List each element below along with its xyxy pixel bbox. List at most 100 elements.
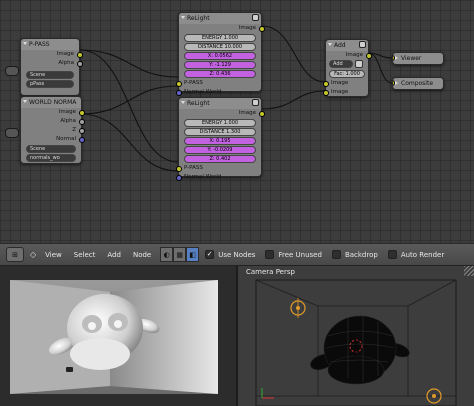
socket-output-alpha[interactable] [78, 118, 85, 125]
header-collapse-icon[interactable]: ◇ [30, 250, 36, 259]
socket-input-ppass[interactable] [175, 165, 182, 172]
relight-node-2[interactable]: ReLight Image ENERGY 1.000 DISTANCE 1.30… [175, 97, 265, 181]
node-title: ReLight [187, 100, 210, 107]
socket-output-image[interactable] [365, 52, 372, 59]
socket-input-normal[interactable] [175, 89, 182, 96]
texture-tree-icon[interactable]: ▦ [173, 247, 187, 262]
z-field[interactable]: Z: 0.402 [184, 155, 256, 163]
add-mix-node[interactable]: Add Image Add Fac: 1.000 Image Image [322, 39, 372, 97]
output-label: Image [58, 109, 76, 115]
menu-node[interactable]: Node [130, 251, 154, 259]
collapse-triangle-icon[interactable] [181, 101, 185, 104]
energy-field[interactable]: ENERGY 1.000 [184, 34, 256, 42]
distance-field[interactable]: DISTANCE 10.000 [184, 43, 256, 51]
output-row: Normal [21, 135, 85, 144]
pass-selector[interactable]: normals_wo [26, 154, 76, 162]
node-header[interactable]: Add [326, 40, 368, 51]
node-editor-canvas[interactable]: P-PASS Image Alpha Scene pPass WORLD NOR… [0, 0, 474, 243]
shader-tree-icon[interactable]: ◐ [160, 247, 174, 262]
socket-output-normal[interactable] [78, 136, 85, 143]
output-row: Image [179, 24, 265, 33]
node-header[interactable]: ReLight [179, 13, 261, 24]
reroute-stub [5, 128, 19, 138]
node-title: P-PASS [29, 41, 50, 48]
expand-triangle-icon[interactable] [395, 81, 398, 85]
socket-output-image[interactable] [76, 51, 83, 58]
scene-value: Scene [30, 72, 46, 78]
node-editor-header: ⊞ ◇ View Select Add Node ◐ ▦ ◧ ✓ Use Nod… [0, 243, 474, 266]
socket-output-alpha[interactable] [76, 60, 83, 67]
blend-value: Add [333, 61, 343, 67]
z-field[interactable]: Z: 0.436 [184, 70, 256, 78]
collapse-triangle-icon[interactable] [328, 43, 332, 46]
field-value: DISTANCE 10.000 [197, 44, 243, 50]
free-unused-checkbox[interactable] [265, 250, 275, 259]
menu-select[interactable]: Select [71, 251, 99, 259]
input-row: P-PASS [175, 164, 261, 173]
auto-render-checkbox[interactable] [387, 250, 397, 259]
field-value: Y: -1.129 [209, 62, 231, 68]
node-header[interactable]: Composite [393, 78, 443, 89]
free-unused-toggle[interactable]: Free Unused [265, 250, 322, 259]
preview-toggle-icon[interactable] [359, 41, 366, 48]
x-field[interactable]: X: 0.195 [184, 137, 256, 145]
socket-input-normal[interactable] [175, 174, 182, 181]
editor-type-button[interactable]: ⊞ [6, 247, 24, 262]
output-row: Z [21, 126, 85, 135]
link [261, 90, 326, 110]
alpha-toggle-button[interactable] [354, 60, 363, 68]
use-nodes-toggle[interactable]: ✓ Use Nodes [205, 250, 255, 259]
render-layer-node-ppass[interactable]: P-PASS Image Alpha Scene pPass [20, 38, 83, 96]
socket-output-image[interactable] [78, 109, 85, 116]
output-label: Image [56, 51, 74, 57]
menu-add[interactable]: Add [104, 251, 124, 259]
y-field[interactable]: Y: -0.0209 [184, 146, 256, 154]
viewer-node[interactable]: Viewer [392, 52, 444, 65]
render-layer-node-normal[interactable]: WORLD NORMA Image Alpha Z Normal Scene n… [20, 96, 85, 164]
output-row: Image [326, 51, 372, 60]
node-header[interactable]: Viewer [393, 53, 443, 64]
render-result-view[interactable] [0, 266, 236, 406]
node-header[interactable]: WORLD NORMA [21, 97, 81, 108]
backdrop-toggle[interactable]: Backdrop [331, 250, 378, 259]
node-header[interactable]: ReLight [179, 98, 261, 109]
auto-render-toggle[interactable]: Auto Render [387, 250, 445, 259]
distance-field[interactable]: DISTANCE 1.300 [184, 128, 256, 136]
use-nodes-checkbox[interactable]: ✓ [205, 250, 215, 259]
compositing-tree-icon[interactable]: ◧ [186, 247, 200, 262]
output-row: Alpha [21, 59, 83, 68]
collapse-triangle-icon[interactable] [23, 100, 27, 103]
y-field[interactable]: Y: -1.129 [184, 61, 256, 69]
blend-row: Add [326, 60, 368, 69]
composite-node[interactable]: Composite [392, 77, 444, 90]
socket-input-image-2[interactable] [322, 89, 329, 96]
scene-selector[interactable]: Scene [26, 71, 74, 79]
node-header[interactable]: P-PASS [21, 39, 79, 50]
3d-viewport[interactable]: Camera Persp [238, 266, 474, 406]
blend-mode-dropdown[interactable]: Add [329, 60, 353, 68]
socket-input-image[interactable] [393, 80, 395, 86]
auto-render-label: Auto Render [400, 250, 445, 259]
socket-output-z[interactable] [78, 127, 85, 134]
socket-input-image[interactable] [393, 55, 395, 61]
socket-input-image-1[interactable] [322, 80, 329, 87]
link [261, 25, 326, 83]
output-label: Alpha [58, 60, 74, 66]
field-value: Z: 0.402 [209, 156, 231, 162]
expand-triangle-icon[interactable] [395, 56, 398, 60]
node-group-icon[interactable] [252, 99, 259, 106]
socket-output-image[interactable] [258, 25, 265, 32]
pass-selector[interactable]: pPass [26, 80, 74, 88]
collapse-triangle-icon[interactable] [181, 16, 185, 19]
backdrop-checkbox[interactable] [331, 250, 341, 259]
collapse-triangle-icon[interactable] [23, 42, 27, 45]
fac-field[interactable]: Fac: 1.000 [329, 70, 365, 78]
socket-input-ppass[interactable] [175, 80, 182, 87]
energy-field[interactable]: ENERGY 1.000 [184, 119, 256, 127]
scene-selector[interactable]: Scene [26, 145, 76, 153]
socket-output-image[interactable] [258, 110, 265, 117]
menu-view[interactable]: View [42, 251, 65, 259]
node-group-icon[interactable] [252, 14, 259, 21]
relight-node-1[interactable]: ReLight Image ENERGY 1.000 DISTANCE 10.0… [175, 12, 265, 96]
x-field[interactable]: X: 0.0562 [184, 52, 256, 60]
